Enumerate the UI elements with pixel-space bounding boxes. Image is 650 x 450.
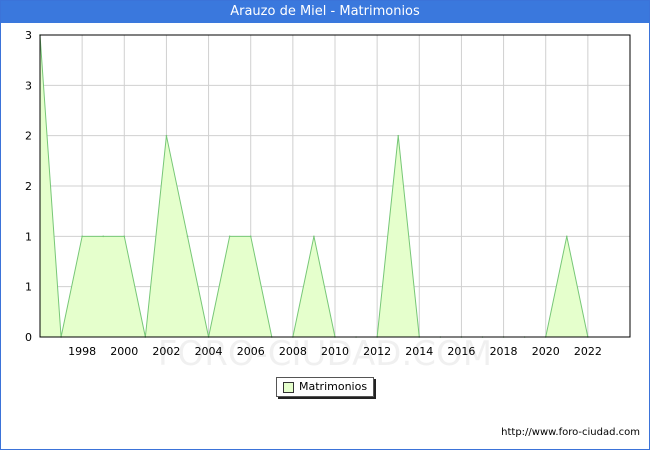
data-point	[565, 235, 568, 238]
y-tick-label: 1	[25, 230, 32, 243]
data-point	[102, 235, 105, 238]
data-point	[186, 235, 189, 238]
y-tick-label: 3	[25, 29, 32, 42]
x-tick-label: 2016	[447, 345, 475, 358]
x-tick-label: 1998	[68, 345, 96, 358]
x-tick-label: 2006	[237, 345, 265, 358]
y-tick-label: 2	[25, 180, 32, 193]
x-tick-label: 2004	[195, 345, 223, 358]
x-tick-label: 2002	[152, 345, 180, 358]
footer-url: http://www.foro-ciudad.com	[501, 427, 640, 438]
x-tick-label: 2008	[279, 345, 307, 358]
x-tick-label: 2000	[110, 345, 138, 358]
y-axis-ticks: 0 1 1 2 2 3 3	[25, 29, 32, 344]
y-tick-label: 2	[25, 130, 32, 143]
data-point	[313, 235, 315, 238]
data-point	[249, 235, 252, 238]
x-tick-label: 2010	[321, 345, 349, 358]
legend: Matrimonios	[276, 377, 374, 397]
x-tick-label: 2020	[532, 345, 560, 358]
x-tick-label: 2022	[574, 345, 602, 358]
data-point	[81, 235, 83, 238]
x-tick-label: 2012	[363, 345, 391, 358]
data-point	[397, 134, 400, 137]
data-point	[165, 134, 168, 137]
y-tick-label: 1	[25, 281, 32, 294]
x-axis-ticks: 1998 2000 2002 2004 2006 2008 2010 2012 2014 2016…	[68, 345, 602, 358]
data-point	[123, 235, 126, 238]
legend-swatch	[283, 382, 294, 393]
x-tick-label: 2018	[490, 345, 518, 358]
y-tick-label: 3	[25, 79, 32, 92]
data-point	[228, 235, 231, 238]
legend-label: Matrimonios	[299, 380, 368, 393]
x-tick-label: 2014	[405, 345, 433, 358]
y-tick-label: 0	[25, 331, 32, 344]
